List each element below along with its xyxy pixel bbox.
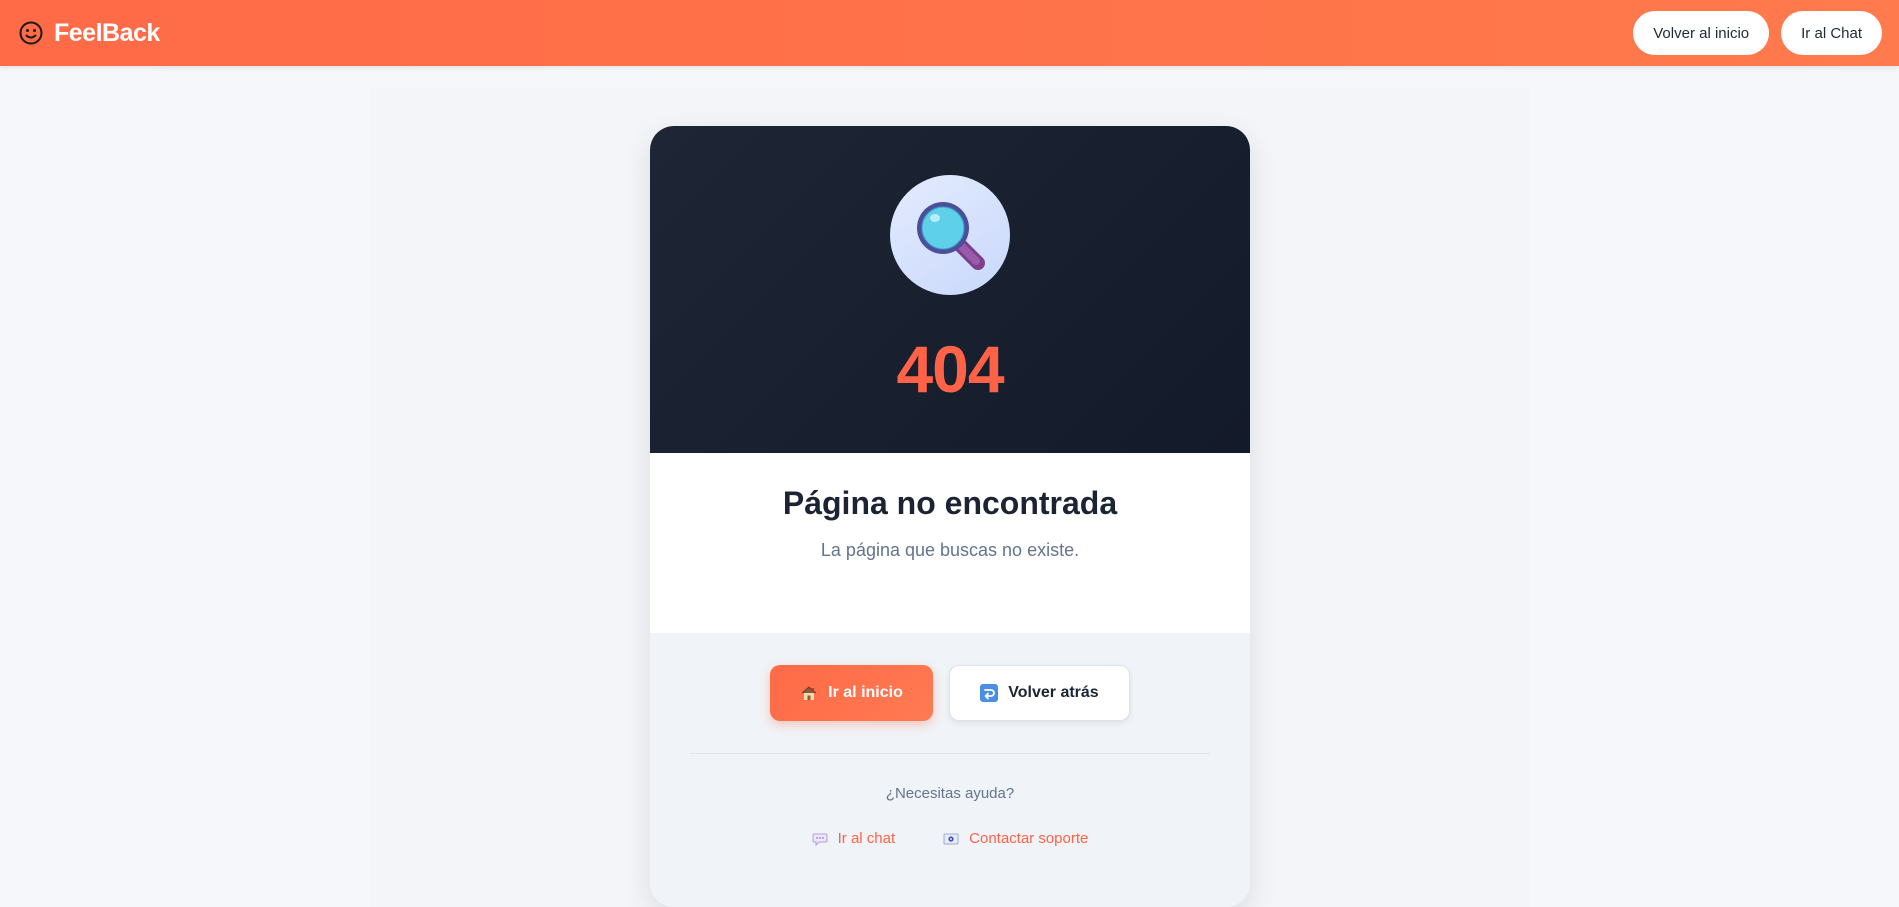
help-links: Ir al chat Contactar soporte [650,830,1250,847]
go-home-button[interactable]: Ir al inicio [770,665,933,721]
go-back-label: Volver atrás [1008,684,1099,701]
error-code: 404 [896,332,1004,406]
chat-link-label: Ir al chat [837,830,896,847]
error-hero: 404 [650,126,1250,453]
error-message: La página que buscas no existe. [820,540,1080,560]
page-title: Página no encontrada [782,485,1118,521]
brand-name: FeelBack [54,18,160,47]
envelope-icon [943,833,959,844]
error-footer: Ir al inicio Volver atrás ¿Necesitas ayu… [650,633,1250,907]
brand[interactable]: FeelBack [18,19,160,48]
top-navbar: FeelBack Volver al inicio Ir al Chat [0,0,1899,66]
header-nav: Volver al inicio Ir al Chat [1633,11,1882,55]
action-buttons: Ir al inicio Volver atrás [650,633,1250,721]
house-icon [801,686,817,700]
search-illustration [890,175,1010,295]
return-arrow-icon [980,684,999,702]
contact-support-link[interactable]: Contactar soporte [943,830,1088,847]
go-back-button[interactable]: Volver atrás [949,665,1130,721]
help-prompt: ¿Necesitas ayuda? [885,785,1015,802]
error-card: 404 Página no encontrada La página que b… [650,126,1250,907]
magnifying-glass-icon [917,202,985,270]
chat-link[interactable]: Ir al chat [812,830,896,847]
nav-home-button[interactable]: Volver al inicio [1633,11,1770,55]
smiley-icon [19,21,43,45]
divider [690,753,1210,754]
speech-bubble-icon [812,833,828,846]
nav-chat-button[interactable]: Ir al Chat [1781,11,1882,55]
go-home-label: Ir al inicio [828,684,903,701]
contact-support-label: Contactar soporte [969,830,1089,847]
error-body: Página no encontrada La página que busca… [650,453,1250,633]
